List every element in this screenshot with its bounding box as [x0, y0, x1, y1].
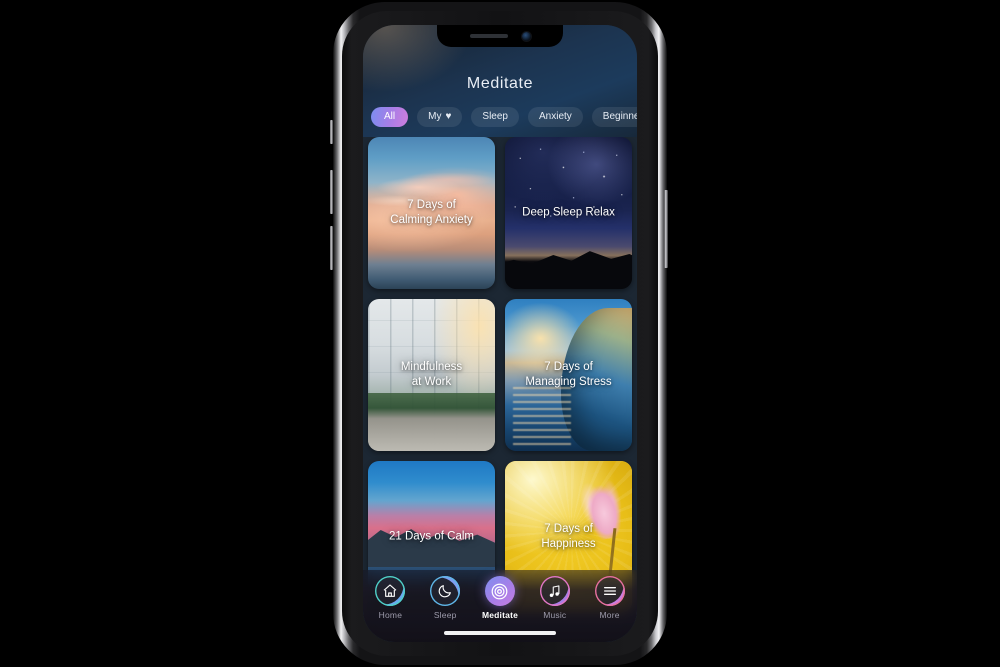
filter-chip-label: Beginners [602, 111, 637, 122]
card-title: 7 Days of Calming Anxiety [390, 199, 473, 226]
volume-down-button[interactable] [330, 226, 333, 270]
filter-chip-my[interactable]: My ♥ [417, 107, 463, 127]
screenshot-canvas: Meditate AllMy♥SleepAnxietyBeginnersSt 7… [0, 0, 1000, 667]
filter-chip-label: Sleep [482, 111, 508, 122]
meditation-list: 7 Days of Calming Anxiety Deep Sleep Rela… [363, 137, 637, 642]
home-indicator [444, 631, 556, 635]
card-title: 7 Days of Managing Stress [525, 361, 612, 388]
tab-more[interactable]: More [582, 576, 637, 620]
filter-chip-sleep[interactable]: Sleep [471, 107, 519, 127]
card-deep-sleep-relax[interactable]: Deep Sleep Relax [505, 137, 632, 289]
filter-chip-label: Anxiety [538, 111, 572, 122]
filter-chip-anxiety[interactable]: Anxiety [527, 107, 583, 127]
tab-home[interactable]: Home [363, 576, 418, 620]
tab-label: Music [543, 610, 567, 620]
filter-chip-label: All [384, 111, 396, 122]
filter-chip-label: My [428, 111, 442, 122]
filter-chip-all[interactable]: All [371, 107, 409, 127]
meditation-card-grid: 7 Days of Calming Anxiety Deep Sleep Rela… [368, 137, 632, 613]
filter-chip-beginners[interactable]: Beginners [591, 107, 637, 127]
tab-sleep[interactable]: Sleep [418, 576, 473, 620]
tab-label: Home [378, 610, 403, 620]
moon-icon[interactable] [430, 576, 461, 606]
card-calming-anxiety[interactable]: 7 Days of Calming Anxiety [368, 137, 495, 289]
card-title: Mindfulness at Work [400, 361, 463, 388]
heart-icon: ♥ [445, 111, 452, 122]
card-title: 7 Days of Happiness [541, 523, 596, 550]
home-icon[interactable] [375, 576, 406, 606]
card-mindfulness-at-work[interactable]: Mindfulness at Work [368, 299, 495, 451]
card-title: 21 Days of Calm [388, 530, 474, 543]
tab-music[interactable]: Music [527, 576, 582, 620]
tab-label: Meditate [481, 610, 519, 620]
card-title: Deep Sleep Relax [522, 206, 615, 219]
tab-label: Sleep [433, 610, 457, 620]
circles-icon[interactable] [484, 576, 515, 606]
card-managing-stress[interactable]: 7 Days of Managing Stress [505, 299, 632, 451]
earpiece-speaker-icon [469, 34, 508, 38]
phone-screen: Meditate AllMy♥SleepAnxietyBeginnersSt 7… [363, 25, 637, 642]
page-title: Meditate [466, 75, 534, 92]
tab-label: More [599, 610, 620, 620]
tab-meditate[interactable]: Meditate [473, 576, 528, 620]
power-button[interactable] [664, 190, 668, 268]
hamburger-icon[interactable] [594, 576, 625, 606]
music-note-icon[interactable] [539, 576, 570, 606]
filter-chip-scroller[interactable]: AllMy♥SleepAnxietyBeginnersSt [363, 107, 637, 127]
silent-switch[interactable] [330, 120, 333, 144]
volume-up-button[interactable] [330, 170, 333, 214]
front-camera-icon [521, 31, 531, 41]
device-notch [437, 25, 563, 47]
